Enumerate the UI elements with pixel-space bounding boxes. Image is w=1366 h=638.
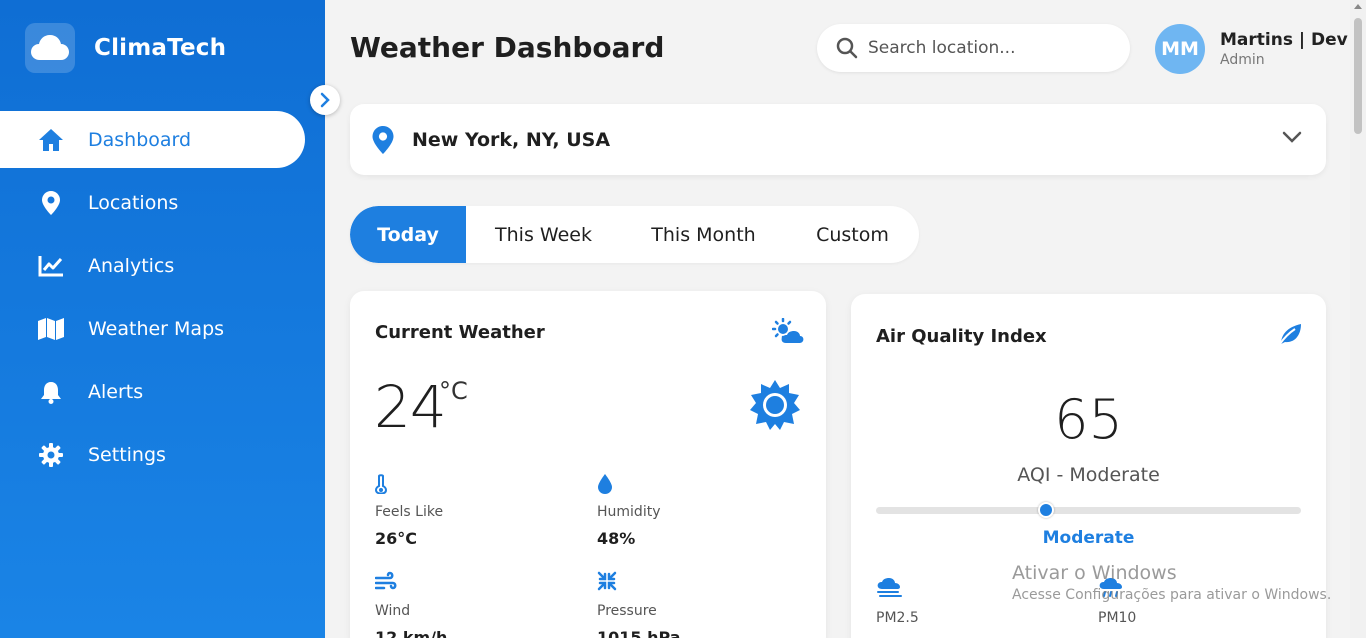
selected-location: New York, NY, USA bbox=[412, 128, 611, 151]
pm10-label: PM10 bbox=[1098, 610, 1137, 626]
droplet-icon bbox=[598, 474, 612, 494]
metric-label: Wind bbox=[375, 603, 411, 619]
sidebar-item-settings[interactable]: Settings bbox=[0, 426, 305, 483]
sidebar-item-label: Alerts bbox=[88, 380, 144, 403]
bell-icon bbox=[37, 378, 65, 406]
page-scrollbar[interactable] bbox=[1350, 0, 1366, 638]
search-input[interactable] bbox=[868, 38, 1108, 58]
scroll-thumb[interactable] bbox=[1354, 18, 1362, 134]
map-pin-icon bbox=[372, 125, 394, 154]
card-title: Current Weather bbox=[375, 322, 545, 343]
sidebar-item-weather-maps[interactable]: Weather Maps bbox=[0, 300, 305, 357]
aqi-caption: AQI - Moderate bbox=[1017, 464, 1160, 486]
sun-cloud-icon bbox=[772, 318, 804, 343]
temperature-value: 24 bbox=[374, 373, 447, 441]
sidebar-item-alerts[interactable]: Alerts bbox=[0, 363, 305, 420]
sidebar: ClimaTech Dashboard Locations Analytics … bbox=[0, 0, 325, 638]
current-weather-card: Current Weather 24 °C Feels Like 26°C Hu… bbox=[350, 291, 826, 638]
aqi-level: Moderate bbox=[1042, 528, 1135, 548]
metric-label: Feels Like bbox=[375, 504, 444, 520]
tab-today[interactable]: Today bbox=[350, 206, 466, 263]
sun-icon bbox=[750, 380, 800, 430]
card-title: Air Quality Index bbox=[876, 326, 1047, 347]
sidebar-item-label: Locations bbox=[88, 191, 179, 214]
search-bar[interactable] bbox=[817, 24, 1130, 72]
aqi-indicator bbox=[1038, 502, 1054, 518]
brand[interactable]: ClimaTech bbox=[25, 23, 226, 73]
page-title: Weather Dashboard bbox=[350, 31, 665, 64]
user-name: Martins | Dev bbox=[1220, 30, 1348, 50]
brand-name: ClimaTech bbox=[94, 35, 227, 61]
sidebar-item-locations[interactable]: Locations bbox=[0, 174, 305, 231]
wind-value: 12 km/h bbox=[375, 628, 448, 638]
user-role: Admin bbox=[1220, 52, 1265, 68]
sidebar-toggle-button[interactable] bbox=[310, 85, 340, 115]
tab-custom[interactable]: Custom bbox=[786, 206, 919, 263]
chevron-right-icon bbox=[320, 92, 330, 108]
pressure-value: 1015 hPa bbox=[597, 628, 681, 638]
aqi-value: 65 bbox=[1054, 388, 1123, 451]
scroll-up-arrow-icon[interactable] bbox=[1354, 4, 1362, 9]
metric-label: Pressure bbox=[597, 603, 657, 619]
gear-icon bbox=[37, 441, 65, 469]
smog-icon bbox=[877, 578, 902, 597]
sidebar-item-label: Dashboard bbox=[88, 128, 192, 151]
compress-icon bbox=[597, 571, 617, 591]
sidebar-item-label: Settings bbox=[88, 443, 166, 466]
map-pin-icon bbox=[37, 189, 65, 217]
map-icon bbox=[37, 315, 65, 343]
sidebar-item-label: Analytics bbox=[88, 254, 175, 277]
search-icon bbox=[836, 37, 858, 59]
tab-this-week[interactable]: This Week bbox=[466, 206, 621, 263]
cloud-logo-icon bbox=[25, 23, 75, 73]
location-selector[interactable]: New York, NY, USA bbox=[350, 104, 1326, 175]
period-tabs: Today This Week This Month Custom bbox=[350, 206, 919, 263]
tab-this-month[interactable]: This Month bbox=[621, 206, 786, 263]
temperature-unit: °C bbox=[439, 377, 468, 405]
thermometer-icon bbox=[375, 474, 387, 494]
pm25-label: PM2.5 bbox=[876, 610, 919, 626]
home-icon bbox=[37, 126, 65, 154]
metric-label: Humidity bbox=[597, 504, 661, 520]
chart-line-icon bbox=[37, 252, 65, 280]
avatar[interactable]: MM bbox=[1155, 24, 1205, 74]
sidebar-item-dashboard[interactable]: Dashboard bbox=[0, 111, 305, 168]
feels-like-value: 26°C bbox=[375, 529, 418, 548]
humidity-value: 48% bbox=[597, 529, 636, 548]
aqi-scale bbox=[876, 502, 1301, 518]
sidebar-nav: Dashboard Locations Analytics Weather Ma… bbox=[0, 111, 325, 489]
sidebar-item-analytics[interactable]: Analytics bbox=[0, 237, 305, 294]
activation-watermark-title: Ativar o Windows bbox=[1012, 562, 1177, 584]
leaf-icon bbox=[1279, 324, 1301, 345]
wind-icon bbox=[375, 571, 397, 590]
sidebar-item-label: Weather Maps bbox=[88, 317, 225, 340]
chevron-down-icon[interactable] bbox=[1282, 130, 1302, 144]
activation-watermark-subtitle: Acesse Configurações para ativar o Windo… bbox=[1012, 587, 1332, 603]
